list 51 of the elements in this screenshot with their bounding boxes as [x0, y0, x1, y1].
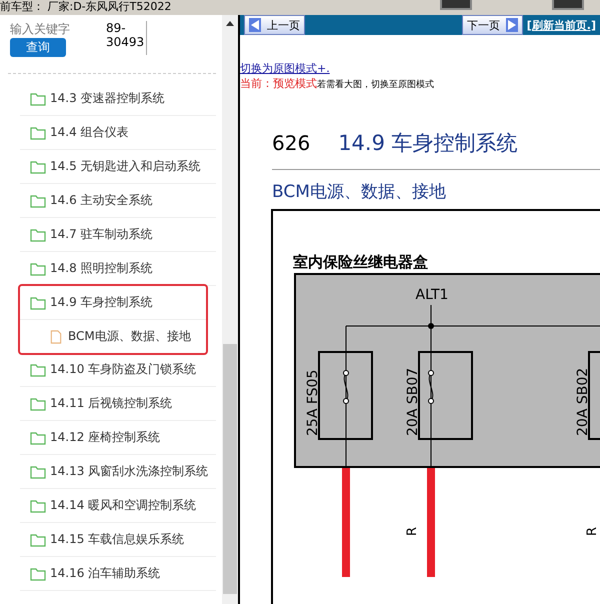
next-page-button[interactable]: 下一页 — [462, 15, 523, 35]
current-mode-label: 当前：预览模式 — [240, 77, 317, 90]
folder-icon — [30, 126, 46, 140]
folder-icon — [30, 92, 46, 106]
tree-item[interactable]: 14.12 座椅控制系统 — [20, 421, 216, 455]
tree-item[interactable]: 14.7 驻车制动系统 — [20, 218, 216, 252]
tree-item[interactable]: 14.9 车身控制系统 — [20, 286, 206, 320]
folder-icon — [30, 498, 46, 512]
tree-item[interactable]: 14.14 暖风和空调控制系统 — [20, 489, 216, 523]
page-number: 626 — [272, 131, 310, 155]
right-arrow-icon — [506, 18, 518, 32]
folder-icon — [30, 296, 46, 310]
folder-icon — [30, 194, 46, 208]
folder-icon — [30, 160, 46, 174]
search-field[interactable]: 89- 30493 — [106, 21, 148, 55]
wiring-diagram-drawing: 室内保险丝继电器盒 ALT1 25A FS05 20A SB07 20A SB02 R R — [271, 209, 600, 577]
tree-item[interactable]: 14.13 风窗刮水洗涤控制系统 — [20, 455, 216, 489]
folder-icon — [30, 396, 46, 410]
toolbar-icon[interactable] — [440, 0, 472, 10]
search-button[interactable]: 查询 — [10, 38, 66, 57]
tree-item[interactable]: 14.15 车载信息娱乐系统 — [20, 523, 216, 557]
tree-item[interactable]: 14.8 照明控制系统 — [20, 252, 216, 286]
section-title: 14.9 车身控制系统 — [338, 130, 518, 157]
tree-item[interactable]: BCM电源、数据、接地 — [20, 320, 206, 353]
folder-icon — [30, 532, 46, 546]
folder-icon — [30, 228, 46, 242]
tree-item[interactable]: 14.3 变速器控制系统 — [20, 82, 216, 116]
tree-item[interactable]: 14.11 后视镜控制系统 — [20, 387, 216, 421]
scroll-thumb[interactable] — [223, 344, 237, 594]
left-arrow-icon — [249, 18, 261, 32]
prev-page-button[interactable]: 上一页 — [244, 15, 305, 35]
mode-hint: 若需看大图，切换至原图模式 — [317, 80, 434, 90]
folder-icon — [30, 566, 46, 580]
folder-icon — [30, 262, 46, 276]
file-icon — [48, 330, 64, 344]
folder-icon — [30, 430, 46, 444]
refresh-link[interactable]: [刷新当前页.] — [526, 18, 596, 32]
tree-item[interactable]: 14.4 组合仪表 — [20, 116, 216, 150]
tree-item[interactable]: 14.5 无钥匙进入和启动系统 — [20, 150, 216, 184]
toolbar-icon[interactable] — [552, 0, 584, 10]
scrollbar[interactable] — [222, 15, 238, 604]
mode-switch-link[interactable]: 切换为原图模式+. — [240, 61, 600, 76]
vehicle-label: 前车型： 厂家:D-东风风行T52022 — [0, 0, 172, 14]
search-label: 输入关键字 — [10, 21, 71, 38]
folder-icon — [30, 362, 46, 376]
folder-icon — [30, 464, 46, 478]
scroll-up-icon[interactable] — [226, 21, 234, 26]
tree-item[interactable]: 14.10 车身防盗及门锁系统 — [20, 353, 216, 387]
page-subtitle: BCM电源、数据、接地 — [272, 181, 447, 203]
tree-item[interactable]: 14.6 主动安全系统 — [20, 184, 216, 218]
tree-item[interactable]: 14.16 泊车辅助系统 — [20, 557, 216, 591]
